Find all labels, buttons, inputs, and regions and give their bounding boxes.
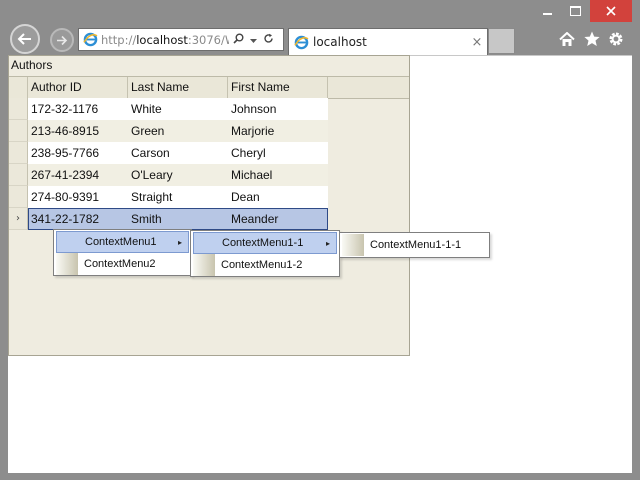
- row-header-current[interactable]: ›: [9, 208, 28, 230]
- cell-last-name[interactable]: O'Leary: [128, 164, 228, 186]
- menu-gutter: [57, 232, 79, 254]
- minimize-icon: [542, 13, 552, 15]
- minimize-button[interactable]: [534, 0, 560, 22]
- cell-first-name[interactable]: Michael: [228, 164, 328, 186]
- refresh-icon[interactable]: [263, 33, 274, 47]
- menu-gutter: [342, 234, 364, 256]
- current-row-arrow-icon: ›: [16, 213, 20, 224]
- cell-first-name[interactable]: Marjorie: [228, 120, 328, 142]
- submenu: ContextMenu1-1 ▸ ContextMenu1-2: [190, 230, 340, 277]
- cell-author-id[interactable]: 172-32-1176: [28, 98, 128, 120]
- menu-item-label: ContextMenu1: [85, 236, 157, 248]
- cell-first-name[interactable]: Meander: [228, 208, 328, 230]
- maximize-button[interactable]: [562, 0, 588, 22]
- table-row[interactable]: 238-95-7766 Carson Cheryl: [9, 142, 328, 164]
- submenu: ContextMenu1-1-1: [339, 232, 490, 258]
- dropdown-icon[interactable]: [250, 33, 257, 47]
- search-icon[interactable]: [233, 33, 244, 47]
- maximize-icon: [569, 6, 581, 16]
- context-menu: ContextMenu1 ▸ ContextMenu2: [53, 229, 192, 276]
- cell-last-name[interactable]: Carson: [128, 142, 228, 164]
- ie-logo-icon: [79, 32, 101, 47]
- table-row[interactable]: 172-32-1176 White Johnson: [9, 98, 328, 120]
- column-header-last-name[interactable]: Last Name: [128, 77, 228, 98]
- cell-author-id[interactable]: 341-22-1782: [28, 208, 128, 230]
- table-row[interactable]: 213-46-8915 Green Marjorie: [9, 120, 328, 142]
- row-header[interactable]: [9, 186, 28, 208]
- back-button[interactable]: [10, 24, 40, 54]
- menu-item-label: ContextMenu1-1-1: [370, 239, 462, 251]
- new-tab-button[interactable]: [488, 28, 515, 54]
- forward-button[interactable]: [50, 28, 74, 52]
- address-url[interactable]: http://localhost:3076/W: [101, 33, 229, 47]
- cell-author-id[interactable]: 274-80-9391: [28, 186, 128, 208]
- table-row[interactable]: 274-80-9391 Straight Dean: [9, 186, 328, 208]
- menu-item-contextmenu1-1-1[interactable]: ContextMenu1-1-1: [342, 234, 487, 256]
- submenu-arrow-icon: ▸: [325, 238, 330, 248]
- cell-first-name[interactable]: Johnson: [228, 98, 328, 120]
- tab-localhost[interactable]: localhost ×: [288, 28, 488, 55]
- cell-first-name[interactable]: Dean: [228, 186, 328, 208]
- ie-logo-icon: [289, 35, 313, 50]
- cell-last-name[interactable]: Green: [128, 120, 228, 142]
- close-window-button[interactable]: [590, 0, 632, 22]
- cell-last-name[interactable]: Smith: [128, 208, 228, 230]
- menu-gutter: [193, 254, 215, 276]
- menu-item-label: ContextMenu1-1: [222, 237, 304, 249]
- cell-last-name[interactable]: White: [128, 98, 228, 120]
- submenu-arrow-icon: ▸: [177, 237, 182, 247]
- cell-last-name[interactable]: Straight: [128, 186, 228, 208]
- table-row-selected[interactable]: › 341-22-1782 Smith Meander: [9, 208, 328, 230]
- tab-title: localhost: [313, 35, 367, 49]
- row-header[interactable]: [9, 164, 28, 186]
- menu-item-contextmenu1-1[interactable]: ContextMenu1-1 ▸: [193, 232, 337, 254]
- home-icon[interactable]: [556, 28, 578, 50]
- arrow-left-icon: [17, 33, 31, 45]
- grid-header: Author ID Last Name First Name: [9, 76, 409, 99]
- menu-item-contextmenu1-2[interactable]: ContextMenu1-2: [193, 254, 337, 276]
- cell-author-id[interactable]: 213-46-8915: [28, 120, 128, 142]
- authors-grid-panel: Authors Author ID Last Name First Name 1…: [8, 55, 410, 356]
- menu-item-label: ContextMenu2: [84, 258, 156, 270]
- row-header[interactable]: [9, 120, 28, 142]
- column-header-first-name[interactable]: First Name: [228, 77, 328, 98]
- url-host: localhost: [136, 32, 188, 47]
- url-scheme: http://: [101, 32, 137, 47]
- gear-icon[interactable]: [605, 28, 627, 50]
- cell-author-id[interactable]: 267-41-2394: [28, 164, 128, 186]
- cell-first-name[interactable]: Cheryl: [228, 142, 328, 164]
- menu-gutter: [56, 253, 78, 275]
- arrow-right-icon: [57, 35, 68, 45]
- table-row[interactable]: 267-41-2394 O'Leary Michael: [9, 164, 328, 186]
- address-bar[interactable]: http://localhost:3076/W: [78, 28, 284, 51]
- row-header-corner: [9, 77, 28, 98]
- column-header-author-id[interactable]: Author ID: [28, 77, 128, 98]
- panel-title: Authors: [11, 58, 53, 72]
- row-header[interactable]: [9, 98, 28, 120]
- url-path: :3076/W: [187, 32, 229, 47]
- row-header[interactable]: [9, 142, 28, 164]
- menu-gutter: [194, 233, 216, 255]
- tab-close-button[interactable]: ×: [467, 35, 487, 50]
- cell-author-id[interactable]: 238-95-7766: [28, 142, 128, 164]
- menu-item-contextmenu1[interactable]: ContextMenu1 ▸: [56, 231, 189, 253]
- favorites-star-icon[interactable]: [581, 28, 603, 50]
- close-icon: [606, 6, 616, 16]
- menu-item-contextmenu2[interactable]: ContextMenu2: [56, 253, 189, 275]
- menu-item-label: ContextMenu1-2: [221, 259, 303, 271]
